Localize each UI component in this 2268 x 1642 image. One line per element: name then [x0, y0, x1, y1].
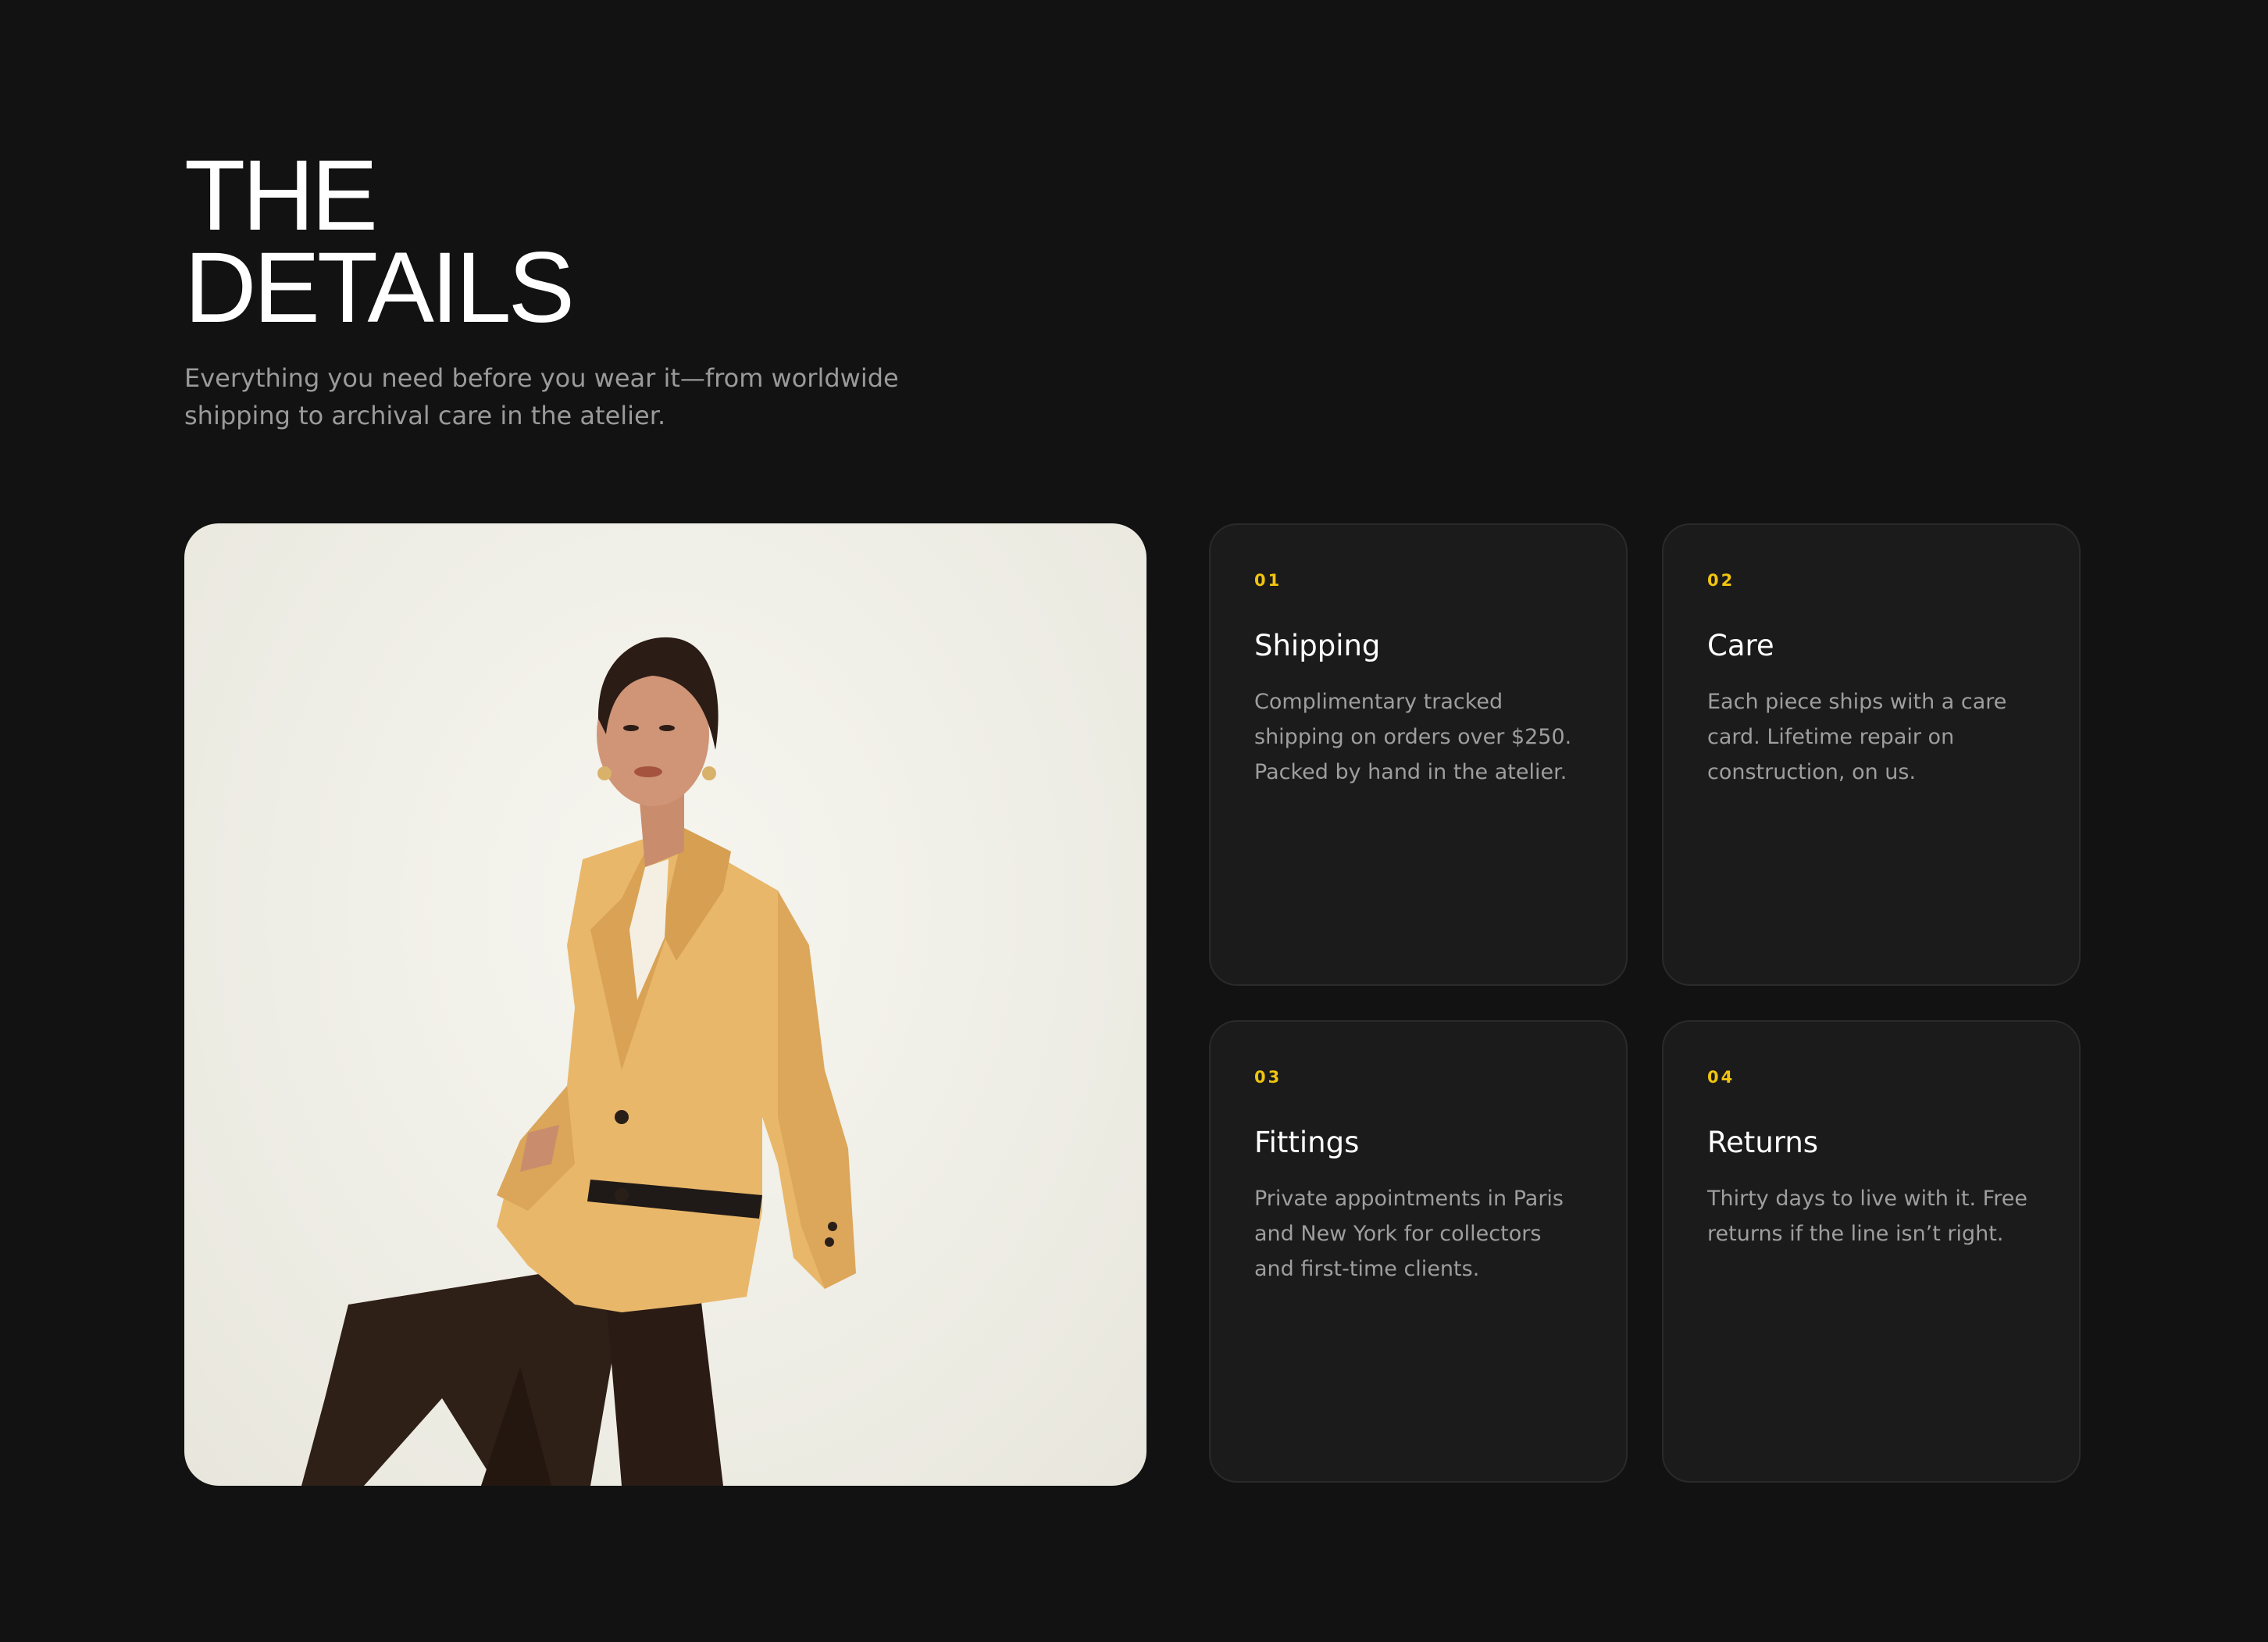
page-title-line-2: DETAILS — [184, 232, 575, 344]
card-number: 04 — [1707, 1068, 1735, 1087]
info-card-returns: 04 Returns Thirty days to live with it. … — [1662, 1020, 2081, 1483]
card-title: Fittings — [1254, 1126, 1360, 1159]
page-subtitle: Everything you need before you wear it—f… — [184, 363, 899, 430]
card-number: 02 — [1707, 571, 1735, 590]
card-title: Care — [1707, 629, 1774, 662]
hero-image — [184, 523, 1146, 1486]
info-card-care: 02 Care Each piece ships with a care car… — [1662, 523, 2081, 986]
card-description: Complimentary tracked shipping on orders… — [1254, 690, 1572, 784]
info-card-shipping: 01 Shipping Complimentary tracked shippi… — [1209, 523, 1628, 986]
page-title-line-1: THE — [184, 140, 378, 252]
card-description: Thirty days to live with it. Free return… — [1707, 1187, 2027, 1246]
card-description: Private appointments in Paris and New Yo… — [1254, 1187, 1564, 1281]
card-number: 01 — [1254, 571, 1282, 590]
card-description: Each piece ships with a care card. Lifet… — [1707, 690, 2007, 784]
card-title: Shipping — [1254, 629, 1381, 662]
page-title: THE DETAILS — [184, 140, 575, 344]
details-section: THE DETAILS Everything you need before y… — [0, 0, 2268, 1642]
card-title: Returns — [1707, 1126, 1819, 1159]
card-number: 03 — [1254, 1068, 1282, 1087]
model-illustration — [301, 637, 856, 1486]
info-card-fittings: 03 Fittings Private appointments in Pari… — [1209, 1020, 1628, 1483]
